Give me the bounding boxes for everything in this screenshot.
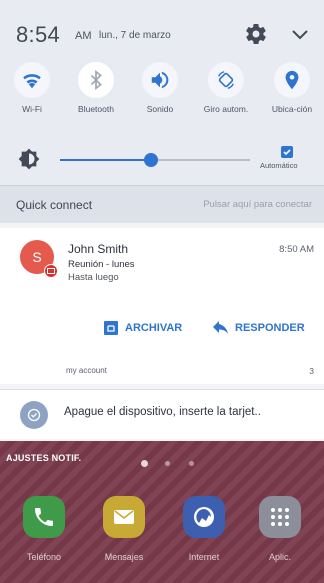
toggle-sound[interactable]: Sonido <box>130 62 190 124</box>
app-label: Internet <box>188 552 220 562</box>
quick-connect-hint: Pulsar aquí para conectar <box>203 199 312 210</box>
toggle-wifi[interactable]: Wi-Fi <box>2 62 62 124</box>
app-internet[interactable]: Internet <box>174 496 234 576</box>
notification-time: 8:50 AM <box>279 244 314 255</box>
internet-icon <box>183 496 225 538</box>
toggle-bluetooth[interactable]: Bluetooth <box>66 62 126 124</box>
notification-sender: John Smith <box>68 242 129 256</box>
home-screen: AJUSTES NOTIF. Teléfono Mensajes Interne… <box>0 441 324 583</box>
notification-settings-button[interactable]: AJUSTES NOTIF. <box>6 453 81 463</box>
toggle-label: Giro autom. <box>203 104 249 114</box>
toggle-rotate[interactable]: Giro autom. <box>196 62 256 124</box>
app-label: Aplic. <box>268 552 291 562</box>
messages-icon <box>103 496 145 538</box>
email-badge-icon <box>44 264 58 278</box>
account-label: my account <box>66 366 107 375</box>
sound-icon <box>151 71 169 89</box>
location-icon <box>285 70 299 90</box>
auto-brightness-label: Automático <box>260 161 298 170</box>
notification-count: 3 <box>309 366 314 376</box>
brightness-row: Automático <box>0 142 324 178</box>
quick-panel: 8:54 AM lun., 7 de marzo Wi-Fi Bluetooth… <box>0 0 324 185</box>
clock-ampm: AM <box>75 30 92 42</box>
sd-card-message: Apague el dispositivo, inserte la tarjet… <box>64 406 261 418</box>
toggle-label: Wi-Fi <box>22 104 42 114</box>
reply-icon <box>213 321 228 334</box>
archive-icon <box>104 321 118 335</box>
sd-card-notification[interactable]: Apague el dispositivo, inserte la tarjet… <box>0 389 324 439</box>
page-dot <box>189 461 194 466</box>
app-label: Mensajes <box>104 552 144 562</box>
app-label: Teléfono <box>26 552 62 562</box>
quick-toggles: Wi-Fi Bluetooth Sonido Giro autom. Ubica… <box>0 62 324 124</box>
toggle-label: Sonido <box>146 104 174 114</box>
date: lun., 7 de marzo <box>99 30 171 41</box>
app-phone[interactable]: Teléfono <box>14 496 74 576</box>
app-messages[interactable]: Mensajes <box>94 496 154 576</box>
apps-icon <box>259 496 301 538</box>
notification-preview: Hasta luego <box>68 272 119 283</box>
brightness-slider-thumb[interactable] <box>144 153 159 167</box>
archive-label: ARCHIVAR <box>125 322 183 334</box>
app-apps[interactable]: Aplic. <box>250 496 310 576</box>
clock: 8:54 <box>16 22 61 47</box>
brightness-slider[interactable] <box>60 153 250 167</box>
quick-connect-title: Quick connect <box>16 198 93 212</box>
brightness-icon <box>18 148 40 170</box>
page-dot <box>165 461 170 466</box>
archive-button[interactable]: ARCHIVAR <box>103 320 203 338</box>
check-icon <box>283 149 291 156</box>
reply-label: RESPONDER <box>235 322 305 334</box>
toggle-label: Ubica-ción <box>271 104 313 114</box>
rotate-icon <box>218 71 234 89</box>
page-dot-current <box>141 460 148 467</box>
phone-icon <box>23 496 65 538</box>
wifi-icon <box>23 74 41 89</box>
quick-connect-bar[interactable]: Quick connect Pulsar aquí para conectar <box>0 185 324 223</box>
auto-brightness-checkbox[interactable] <box>281 146 293 158</box>
gear-icon[interactable] <box>244 22 268 46</box>
sd-card-icon <box>20 401 48 429</box>
chevron-down-icon[interactable] <box>288 22 312 46</box>
email-notification[interactable]: S John Smith 8:50 AM Reunión - lunes Has… <box>0 228 324 384</box>
toggle-location[interactable]: Ubica-ción <box>262 62 322 124</box>
notification-subject: Reunión - lunes <box>68 259 135 270</box>
status-header: 8:54 AM lun., 7 de marzo <box>0 0 324 56</box>
reply-button[interactable]: RESPONDER <box>213 320 323 338</box>
page-indicator <box>137 460 197 469</box>
bluetooth-icon <box>90 70 102 90</box>
toggle-label: Bluetooth <box>78 104 114 114</box>
